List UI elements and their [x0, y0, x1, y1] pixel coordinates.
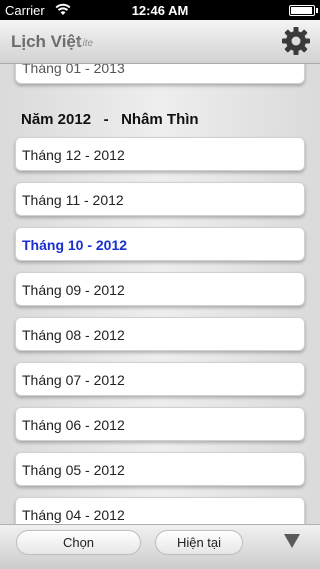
triangle-down-icon[interactable] [283, 533, 301, 549]
year-label: Năm 2012 [21, 111, 92, 128]
bottom-toolbar: Chọn Hiện tại [0, 524, 320, 569]
gear-icon[interactable] [280, 25, 312, 57]
list-item-label: Tháng 04 - 2012 [22, 507, 125, 523]
list-item[interactable]: Tháng 04 - 2012 [15, 497, 305, 524]
battery-icon [289, 5, 318, 16]
year-name: Nhâm Thìn [121, 111, 199, 128]
year-separator: - [103, 111, 109, 128]
list-item[interactable]: Tháng 08 - 2012 [15, 317, 305, 351]
battery-level [291, 7, 312, 14]
month-list[interactable]: Tháng 01 - 2013 Năm 2012 - Nhâm Thìn Thá… [0, 64, 320, 524]
app-edition-label: Lite [77, 38, 94, 49]
list-item-label: Tháng 07 - 2012 [22, 372, 125, 388]
list-item-label: Tháng 08 - 2012 [22, 327, 125, 343]
list-item[interactable]: Tháng 09 - 2012 [15, 272, 305, 306]
list-item[interactable]: Tháng 11 - 2012 [15, 182, 305, 216]
list-item[interactable]: Tháng 10 - 2012 [15, 227, 305, 261]
list-item-label: Tháng 05 - 2012 [22, 462, 125, 478]
list-item[interactable]: Tháng 12 - 2012 [15, 137, 305, 171]
list-item-partial[interactable]: Tháng 01 - 2013 [15, 64, 305, 84]
nav-bar: Lịch Việt Lite [0, 20, 320, 64]
list-item-label: Tháng 09 - 2012 [22, 282, 125, 298]
app-title: Lịch Việt [11, 32, 82, 51]
clock-time: 12:46 AM [131, 3, 189, 18]
year-section-header: Năm 2012 - Nhâm Thìn [21, 111, 199, 128]
list-item[interactable]: Tháng 07 - 2012 [15, 362, 305, 396]
list-item-label: Tháng 06 - 2012 [22, 417, 125, 433]
choose-button[interactable]: Chọn [16, 530, 141, 555]
list-item-label: Tháng 11 - 2012 [22, 192, 124, 208]
list-item[interactable]: Tháng 05 - 2012 [15, 452, 305, 486]
current-month-button[interactable]: Hiện tại [155, 530, 243, 555]
list-item[interactable]: Tháng 06 - 2012 [15, 407, 305, 441]
status-bar: Carrier 12:46 AM [0, 0, 320, 20]
list-item-label: Tháng 10 - 2012 [22, 237, 128, 253]
list-item-label: Tháng 12 - 2012 [22, 147, 125, 163]
list-item-label: Tháng 01 - 2013 [22, 64, 125, 76]
